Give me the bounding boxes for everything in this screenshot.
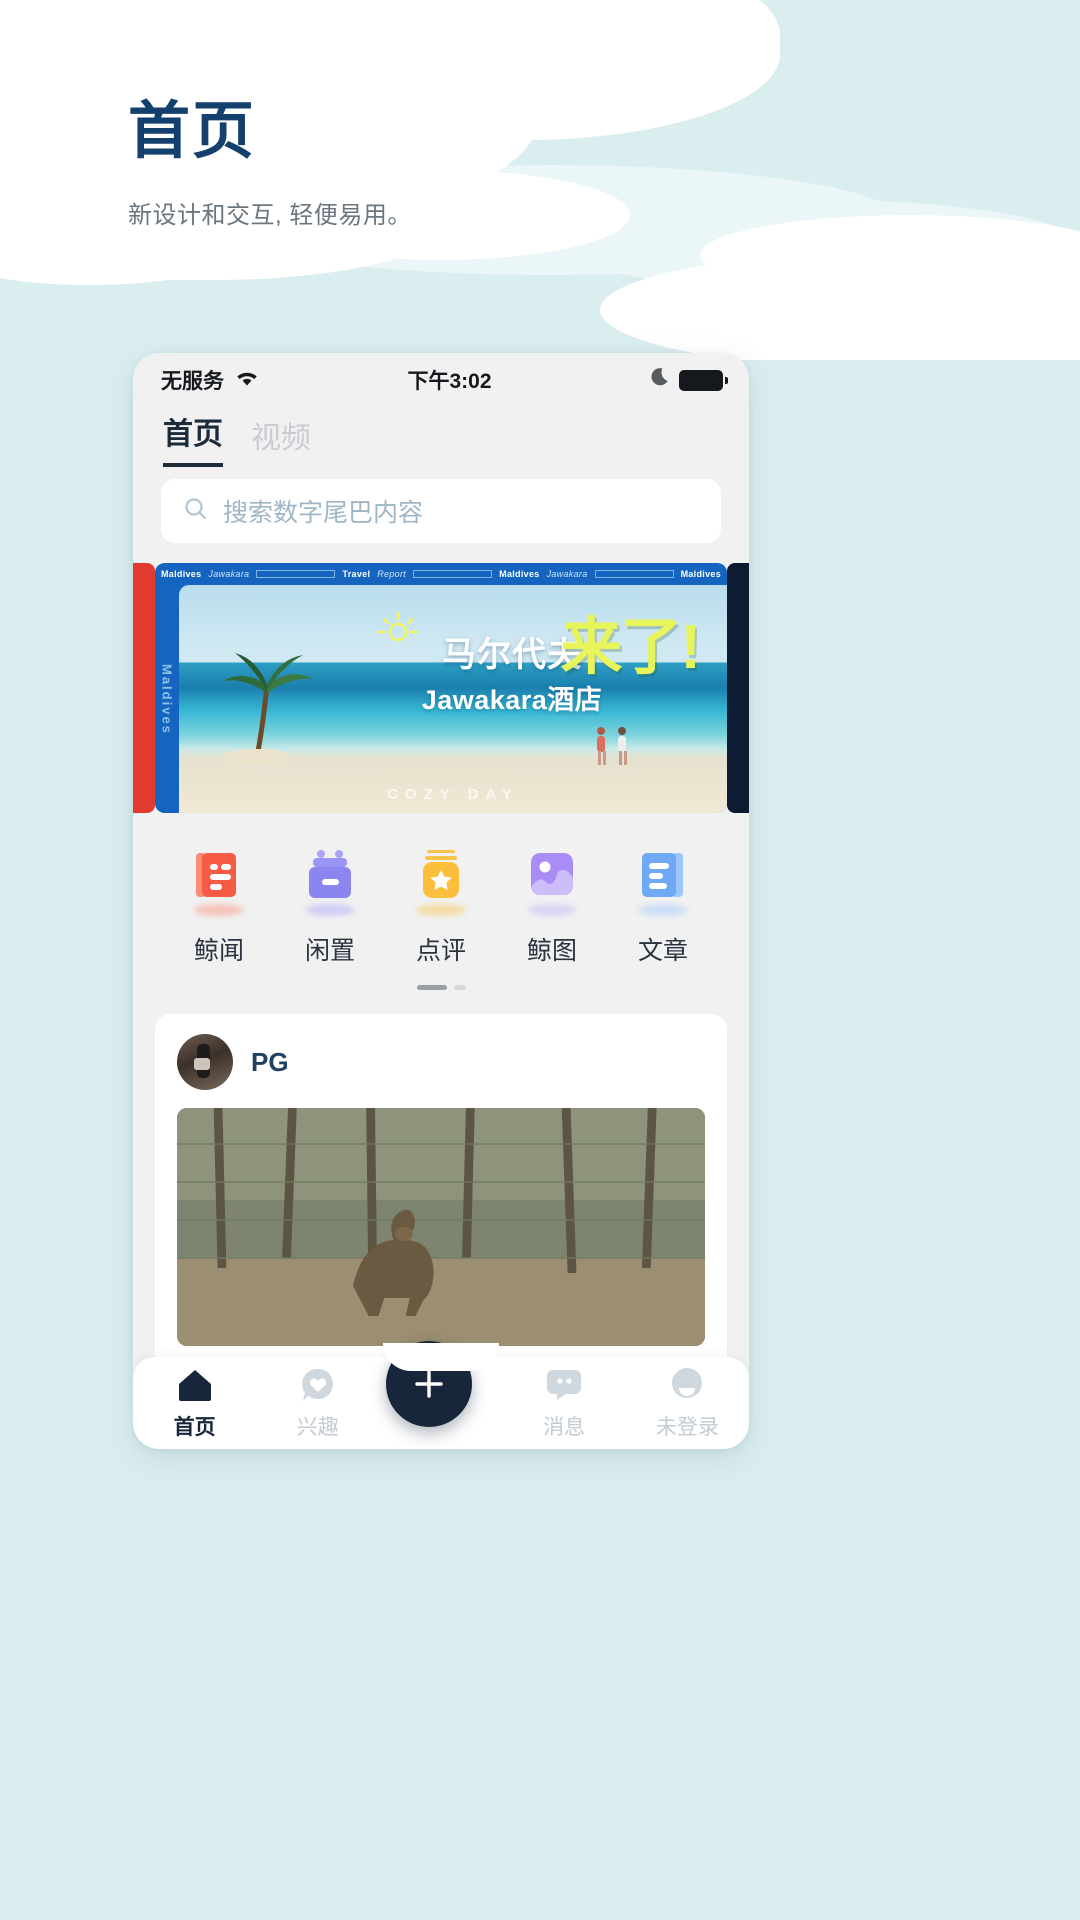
wifi-icon: [234, 368, 260, 393]
nav-item-interest[interactable]: 兴趣: [263, 1365, 373, 1441]
search-input[interactable]: 搜索数字尾巴内容: [161, 479, 721, 543]
banner-vertical-label: Maldives: [155, 585, 179, 813]
category-label: 闲置: [304, 937, 355, 965]
category-item-review[interactable]: 点评: [389, 847, 493, 967]
news-doc-icon: [188, 847, 250, 916]
banner-footer-text: COZY DAY: [387, 786, 519, 803]
nav-item-messages[interactable]: 消息: [509, 1365, 619, 1441]
status-time: 下午3:02: [407, 370, 492, 393]
banner-slide[interactable]: Maldives Jawakara Travel Report Maldives…: [155, 563, 727, 813]
people-illustration: [597, 727, 627, 765]
user-icon: [632, 1365, 742, 1405]
page-header: 首页 新设计和交互, 轻便易用。: [128, 96, 412, 230]
category-label: 文章: [637, 937, 688, 965]
phone-mockup: 无服务 下午3:02 首页 视频 搜索数字尾巴内容 Maldives Jawak…: [133, 353, 749, 1449]
category-label: 鲸闻: [193, 937, 244, 965]
nav-label: 未登录: [655, 1416, 719, 1439]
nav-item-create[interactable]: [385, 1341, 496, 1427]
status-bar: 无服务 下午3:02: [133, 353, 749, 401]
banner-carousel[interactable]: Maldives Jawakara Travel Report Maldives…: [133, 563, 749, 813]
search-container: 搜索数字尾巴内容: [133, 467, 749, 543]
category-item-news[interactable]: 鲸闻: [167, 847, 271, 967]
feed-author-row: PG: [177, 1034, 705, 1090]
carousel-prev-card[interactable]: [133, 563, 155, 813]
strip-light-1: Jawakara: [208, 569, 250, 579]
screen: 首页 新设计和交互, 轻便易用。 无服务 下午3:02 首页 视频 搜索数字尾巴…: [0, 0, 1080, 1920]
banner-big-text: 来了!: [560, 613, 701, 682]
carousel-next-card[interactable]: [727, 563, 749, 813]
image-icon: [521, 847, 583, 916]
nav-label: 兴趣: [296, 1416, 339, 1439]
avatar[interactable]: [177, 1034, 233, 1090]
fab-notch: [383, 1343, 499, 1371]
banner-photo: 马尔代夫 Jawakara酒店 来了! COZY DAY: [179, 585, 727, 813]
palm-tree-illustration: [223, 653, 313, 765]
battery-icon: [679, 369, 728, 391]
carrier-label: 无服务: [161, 370, 224, 393]
post-image[interactable]: [177, 1108, 705, 1346]
category-item-gallery[interactable]: 鲸图: [500, 847, 604, 967]
nav-label: 首页: [173, 1416, 216, 1439]
banner-top-strip: Maldives Jawakara Travel Report Maldives…: [155, 563, 727, 585]
author-name[interactable]: PG: [251, 1047, 289, 1078]
strip-light-3: Jawakara: [546, 569, 588, 579]
nav-item-home[interactable]: 首页: [140, 1365, 250, 1441]
carousel-pager[interactable]: [133, 985, 749, 990]
category-label: 鲸图: [526, 937, 577, 965]
home-icon: [140, 1365, 250, 1405]
message-icon: [509, 1365, 619, 1405]
category-item-article[interactable]: 文章: [611, 847, 715, 967]
strip-bold-3: Maldives: [499, 569, 540, 579]
tab-home[interactable]: 首页: [163, 409, 223, 467]
strip-light-2: Report: [377, 569, 407, 579]
strip-bold-4: Maldives: [680, 569, 721, 579]
pager-dot-active[interactable]: [416, 985, 447, 990]
box-icon: [299, 847, 361, 916]
tab-video[interactable]: 视频: [251, 413, 311, 467]
strip-bold-1: Maldives: [161, 569, 202, 579]
banner-subheadline: Jawakara酒店: [421, 685, 603, 715]
strip-bold-2: Travel: [342, 569, 371, 579]
page-title: 首页: [128, 97, 257, 166]
search-placeholder: 搜索数字尾巴内容: [223, 499, 424, 527]
category-item-secondhand[interactable]: 闲置: [278, 847, 382, 967]
star-jar-icon: [410, 847, 472, 916]
category-grid: 鲸闻 闲置 点评 鲸图 文章: [133, 813, 749, 967]
bottom-navigation: 首页 兴趣 消息 未登录: [133, 1341, 749, 1449]
moon-icon: [649, 367, 669, 393]
nav-item-account[interactable]: 未登录: [632, 1365, 742, 1441]
category-label: 点评: [415, 937, 466, 965]
pager-dot[interactable]: [453, 985, 466, 990]
search-icon: [183, 496, 209, 527]
heart-bubble-icon: [263, 1365, 373, 1405]
nav-label: 消息: [543, 1416, 586, 1439]
content-tabs: 首页 视频: [133, 401, 749, 467]
article-book-icon: [632, 847, 694, 916]
page-subtitle: 新设计和交互, 轻便易用。: [128, 202, 412, 230]
